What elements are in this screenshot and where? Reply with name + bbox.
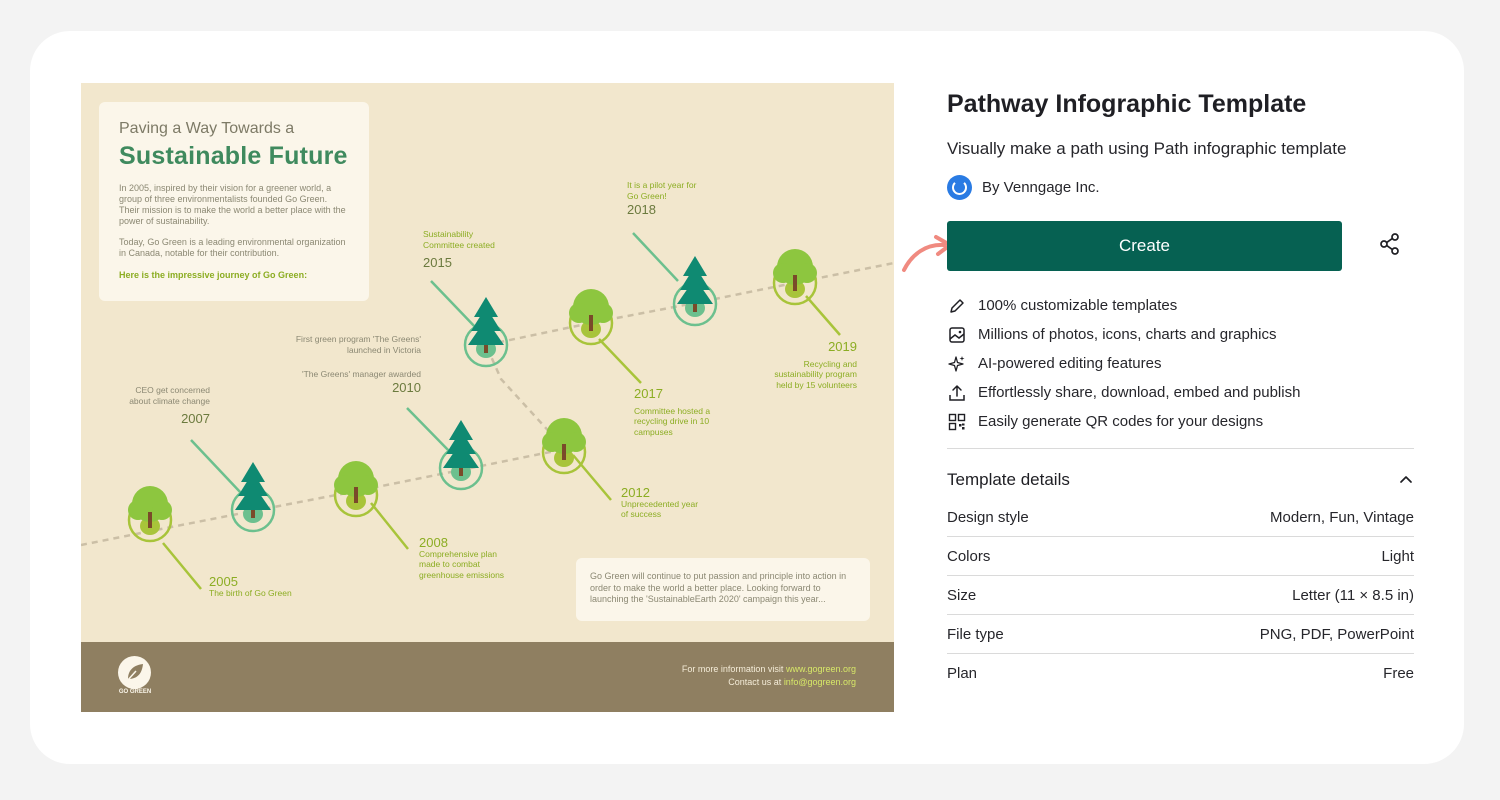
event-year: 2019 <box>828 339 857 354</box>
detail-value: Light <box>1381 547 1414 565</box>
feature-item: 100% customizable templates <box>947 291 1414 320</box>
detail-row: Design style Modern, Fun, Vintage <box>947 498 1414 537</box>
template-details-toggle[interactable]: Template details <box>947 470 1414 490</box>
author-name: By Venngage Inc. <box>982 179 1100 196</box>
feature-item: Easily generate QR codes for your design… <box>947 407 1414 436</box>
timeline-event: CEO get concerned about climate change 2… <box>115 385 210 425</box>
intro-cta: Here is the impressive journey of Go Gre… <box>119 270 308 280</box>
create-button[interactable]: Create <box>947 221 1342 271</box>
intro-paragraph: In 2005, inspired by their vision for a … <box>119 183 346 226</box>
timeline-event: First green program 'The Greens' launche… <box>293 334 421 393</box>
divider <box>947 448 1414 449</box>
feature-item: Effortlessly share, download, embed and … <box>947 378 1414 407</box>
footer-email: info@gogreen.org <box>783 677 856 687</box>
event-year: 2012 <box>621 485 650 500</box>
intro-box: Paving a Way Towards a Sustainable Futur… <box>99 102 369 301</box>
timeline-event: 2005 The birth of Go Green <box>209 574 319 598</box>
qr-code-icon <box>947 412 967 432</box>
event-text: CEO get concerned about climate change <box>129 385 210 406</box>
feature-label: Millions of photos, icons, charts and gr… <box>978 326 1277 343</box>
page-title: Pathway Infographic Template <box>947 90 1307 118</box>
event-year: 2015 <box>423 255 452 270</box>
infographic-preview[interactable]: Paving a Way Towards a Sustainable Futur… <box>81 83 894 712</box>
detail-row: Size Letter (11 × 8.5 in) <box>947 576 1414 615</box>
timeline-event: It is a pilot year for Go Green! 2018 <box>627 180 697 216</box>
intro-subtitle: Paving a Way Towards a <box>119 120 295 137</box>
event-year: 2005 <box>209 574 238 589</box>
event-text: Sustainability Committee created <box>423 229 495 250</box>
event-year: 2017 <box>634 386 663 401</box>
detail-label: Colors <box>947 547 991 565</box>
detail-row: File type PNG, PDF, PowerPoint <box>947 615 1414 654</box>
event-text: Committee hosted a recycling drive in 10… <box>634 405 711 437</box>
detail-label: Size <box>947 586 977 604</box>
event-year: 2008 <box>419 535 448 550</box>
detail-row: Colors Light <box>947 537 1414 576</box>
detail-value: PNG, PDF, PowerPoint <box>1259 625 1414 643</box>
timeline-event: 2017 Committee hosted a recycling drive … <box>634 386 724 437</box>
event-text: The birth of Go Green <box>209 587 292 598</box>
event-text: Unprecedented year of success <box>621 498 699 520</box>
page-subtitle: Visually make a path using Path infograp… <box>947 139 1347 158</box>
event-year: 2018 <box>627 202 656 217</box>
intro-title: Sustainable Future <box>119 142 348 170</box>
share-button[interactable] <box>1375 230 1405 260</box>
footer-info: For more information visit www.gogreen.o… <box>682 663 856 689</box>
feature-label: Easily generate QR codes for your design… <box>978 413 1264 430</box>
pencil-icon <box>947 296 967 316</box>
detail-value: Free <box>1383 665 1414 682</box>
footer-visit: For more information visit <box>681 664 784 674</box>
event-year: 2010 <box>392 379 421 395</box>
footer-url: www.gogreen.org <box>785 664 856 674</box>
event-text: Comprehensive plan made to combat greenh… <box>419 548 505 580</box>
detail-label: Design style <box>947 508 1029 526</box>
detail-label: File type <box>947 625 1004 643</box>
feature-label: AI-powered editing features <box>978 355 1162 372</box>
venngage-logo-icon <box>947 175 972 200</box>
event-text: 'The Greens' manager awarded <box>301 369 421 379</box>
event-text: First green program 'The Greens' launche… <box>295 334 421 355</box>
timeline-event: 2012 Unprecedented year of success <box>621 485 701 520</box>
detail-value: Letter (11 × 8.5 in) <box>1292 586 1414 604</box>
event-text: It is a pilot year for Go Green! <box>627 180 697 201</box>
image-icon <box>947 325 967 345</box>
infographic-footer: GO GREEN For more information visit www.… <box>81 642 894 712</box>
leaf-logo-icon <box>118 656 151 689</box>
share-icon <box>1380 232 1399 255</box>
timeline-event: 2008 Comprehensive plan made to combat g… <box>419 535 519 580</box>
intro-paragraph: Today, Go Green is a leading environment… <box>119 237 346 258</box>
upload-icon <box>947 383 967 403</box>
author[interactable]: By Venngage Inc. <box>947 175 1414 200</box>
event-year: 2007 <box>181 411 210 426</box>
feature-item: AI-powered editing features <box>947 349 1414 378</box>
feature-label: Effortlessly share, download, embed and … <box>978 384 1301 401</box>
feature-label: 100% customizable templates <box>978 297 1178 314</box>
closing-box: Go Green will continue to put passion an… <box>576 558 870 621</box>
feature-item: Millions of photos, icons, charts and gr… <box>947 320 1414 349</box>
feature-list: 100% customizable templates Millions of … <box>947 291 1414 436</box>
template-info-panel: Pathway Infographic Template Visually ma… <box>947 90 1414 682</box>
timeline-event: 2019 Recycling and sustainability progra… <box>761 339 857 390</box>
event-text: Recycling and sustainability program hel… <box>774 358 857 390</box>
detail-row: Plan Free <box>947 654 1414 693</box>
sparkles-icon <box>947 354 967 374</box>
template-details: Design style Modern, Fun, Vintage Colors L… <box>947 498 1414 693</box>
timeline-event: Sustainability Committee created 2015 <box>423 229 513 269</box>
logo-text: GO GREEN <box>118 689 152 695</box>
detail-label: Plan <box>947 665 978 682</box>
chevron-up-icon <box>1400 476 1412 483</box>
detail-value: Modern, Fun, Vintage <box>1270 508 1414 526</box>
footer-contact: Contact us at <box>728 677 782 687</box>
details-title: Template details <box>947 470 1070 489</box>
